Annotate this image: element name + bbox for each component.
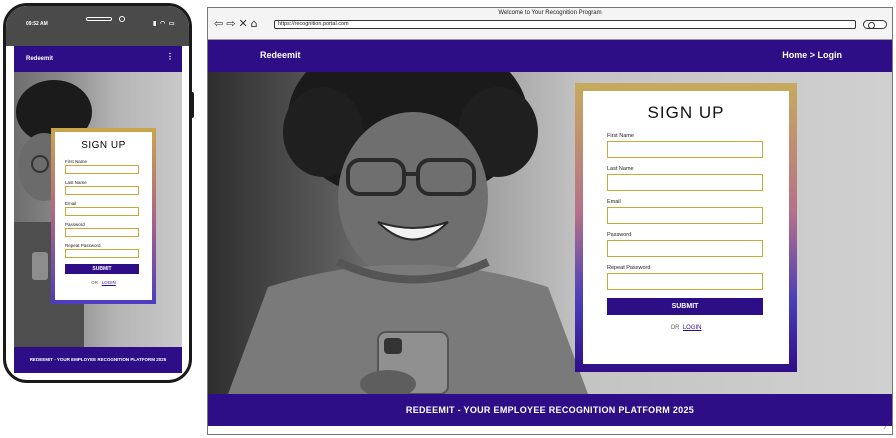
signup-card: SIGN UP First Name Last Name Email Passw… — [575, 83, 797, 372]
repeat-password-input[interactable] — [65, 249, 139, 258]
email-label: Email — [65, 201, 77, 206]
or-login-row: OR LOGIN — [65, 280, 142, 285]
email-input[interactable] — [65, 207, 139, 216]
brand-link[interactable]: Redeemit — [26, 56, 53, 62]
signal-icons: ▮ ◠ ▭ — [153, 21, 176, 27]
close-x-icon[interactable]: ✕ — [238, 17, 250, 30]
email-label: Email — [607, 199, 621, 205]
last-name-label: Last Name — [65, 180, 87, 185]
last-name-input[interactable] — [65, 186, 139, 195]
address-bar[interactable]: https://recognition.portal.com — [274, 20, 856, 29]
or-login-row: OR LOGIN — [607, 325, 765, 331]
repeat-password-label: Repeat Password — [65, 243, 101, 248]
first-name-label: First Name — [607, 133, 634, 139]
brand-link[interactable]: Redeemit — [260, 50, 301, 60]
password-input[interactable] — [607, 240, 763, 257]
site-footer: REDEEMIT - YOUR EMPLOYEE RECOGNITION PLA… — [208, 394, 892, 426]
first-name-label: First Name — [65, 159, 88, 164]
phone-footer: REDEEMIT - YOUR EMPLOYEE RECOGNITION PLA… — [14, 347, 182, 373]
browser-chrome: Welcome to Your Recognition Program ⇦⇨✕⌂… — [208, 8, 892, 40]
last-name-input[interactable] — [607, 174, 763, 191]
or-text: OR — [670, 325, 680, 331]
repeat-password-label: Repeat Password — [607, 265, 651, 271]
forward-arrow-icon[interactable]: ⇨ — [226, 17, 238, 30]
password-label: Password — [65, 222, 85, 227]
email-input[interactable] — [607, 207, 763, 224]
signup-card: SIGN UP First Name Last Name Email Passw… — [51, 128, 156, 304]
phone-side-button — [190, 92, 194, 118]
resize-grip-icon[interactable]: ⟋ — [883, 422, 889, 432]
or-text: OR — [91, 280, 98, 285]
browser-window: Welcome to Your Recognition Program ⇦⇨✕⌂… — [207, 7, 893, 435]
password-label: Password — [607, 232, 632, 238]
phone-navbar: Redeemit ⋮ — [14, 46, 182, 72]
phone-status-bar: 09:52 AM ▮ ◠ ▭ — [6, 6, 189, 46]
site-navbar: Redeemit Home > Login — [208, 40, 892, 72]
password-input[interactable] — [65, 228, 139, 237]
status-time: 09:52 AM — [26, 21, 48, 27]
repeat-password-input[interactable] — [607, 273, 763, 290]
back-arrow-icon[interactable]: ⇦ — [214, 17, 226, 30]
breadcrumb[interactable]: Home > Login — [782, 50, 842, 60]
search-icon[interactable] — [863, 20, 887, 29]
first-name-input[interactable] — [607, 141, 763, 158]
form-title: SIGN UP — [81, 140, 126, 151]
login-link[interactable]: LOGIN — [102, 280, 116, 285]
hero-image: SIGN UP First Name Last Name Email Passw… — [208, 72, 892, 394]
kebab-menu-icon[interactable]: ⋮ — [166, 53, 174, 61]
signup-form: SIGN UP First Name Last Name Email Passw… — [583, 91, 789, 364]
submit-button[interactable]: SUBMIT — [607, 298, 763, 315]
phone-mockup: 09:52 AM ▮ ◠ ▭ Redeemit ⋮ SIGN UP First … — [3, 3, 192, 383]
home-icon[interactable]: ⌂ — [251, 17, 261, 30]
window-title: Welcome to Your Recognition Program — [498, 10, 602, 16]
signup-form: SIGN UP First Name Last Name Email Passw… — [55, 132, 152, 300]
first-name-input[interactable] — [65, 165, 139, 174]
last-name-label: Last Name — [607, 166, 634, 172]
form-title: SIGN UP — [647, 103, 725, 122]
camera-icon — [119, 16, 125, 22]
browser-nav-icons: ⇦⇨✕⌂ — [214, 17, 261, 30]
submit-button[interactable]: SUBMIT — [65, 264, 139, 274]
speaker-notch — [86, 17, 112, 21]
login-link[interactable]: LOGIN — [683, 325, 702, 331]
